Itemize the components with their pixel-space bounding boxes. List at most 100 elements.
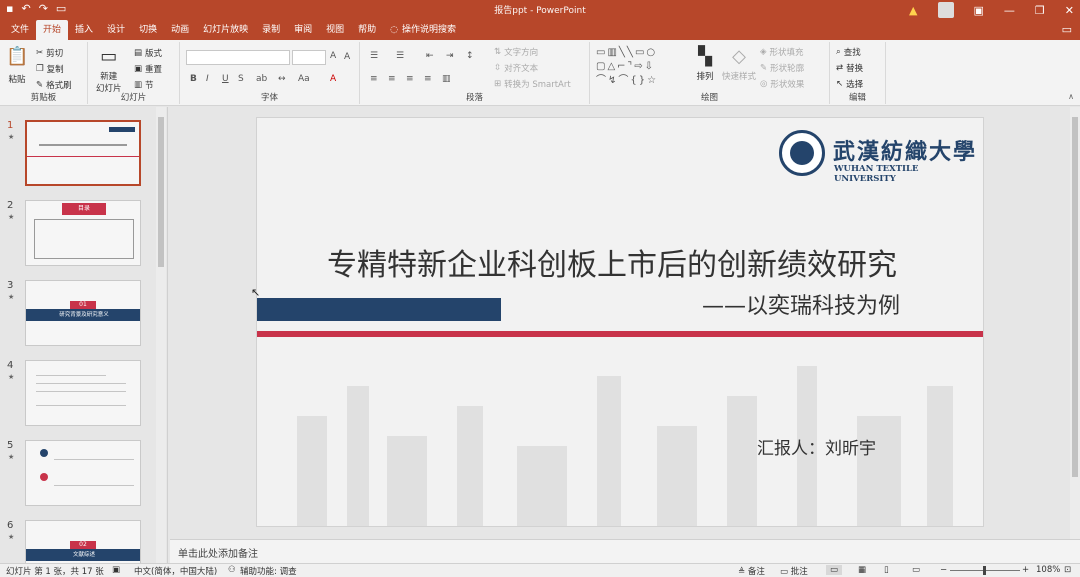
find-button[interactable]: ⌕ 查找	[836, 46, 861, 58]
notes-toggle[interactable]: ≜ 备注	[738, 565, 765, 577]
format-painter-button[interactable]: ✎ 格式刷	[36, 79, 72, 91]
close-icon[interactable]: ✕	[1065, 4, 1074, 17]
reading-view-icon[interactable]: ▯	[884, 565, 889, 575]
slideshow-view-icon[interactable]: ▭	[912, 565, 920, 575]
decrease-indent-icon[interactable]: ⇤	[426, 51, 434, 61]
paste-button[interactable]: 📋 粘贴	[6, 46, 28, 85]
thumbnail-row[interactable]: 4 ★	[0, 360, 155, 430]
align-left-icon[interactable]: ≡	[370, 74, 378, 84]
language-status[interactable]: 中文(简体，中国大陆)	[134, 565, 217, 577]
bold-button[interactable]: B	[190, 74, 197, 84]
new-slide-button[interactable]: ▭ 新建 幻灯片	[96, 46, 122, 94]
tab-insert[interactable]: 插入	[68, 20, 100, 40]
reset-button[interactable]: ▣ 重置	[134, 63, 162, 75]
section-button[interactable]: ▥ 节	[134, 79, 154, 91]
layout-button[interactable]: ▤ 版式	[134, 47, 162, 59]
slide-sorter-icon[interactable]: ▦	[858, 565, 866, 575]
bullets-icon[interactable]: ☰	[370, 51, 378, 61]
current-slide[interactable]: 武漢紡織大學 WUHAN TEXTILE UNIVERSITY 专精特新企业科创…	[256, 117, 984, 527]
numbering-icon[interactable]: ☰	[396, 51, 404, 61]
accessibility-status[interactable]: 辅助功能: 调查	[240, 565, 297, 577]
slide-subtitle[interactable]: ——以奕瑞科技为例	[702, 288, 900, 320]
italic-button[interactable]: I	[206, 74, 209, 84]
brush-icon: ✎	[36, 80, 44, 90]
avatar[interactable]	[937, 2, 954, 18]
slide-thumbnail-5[interactable]	[25, 440, 141, 506]
thumb-caption: 01	[70, 301, 96, 309]
slide-title[interactable]: 专精特新企业科创板上市后的创新绩效研究	[327, 240, 977, 284]
increase-indent-icon[interactable]: ⇥	[446, 51, 454, 61]
shrink-font-icon[interactable]: A	[344, 52, 350, 62]
font-size-combo[interactable]	[292, 50, 326, 65]
spellcheck-icon[interactable]: ▣	[112, 565, 120, 575]
char-spacing-icon[interactable]: ↔	[278, 74, 286, 84]
align-center-icon[interactable]: ≡	[388, 74, 396, 84]
quick-styles-button[interactable]: ◇ 快速样式	[722, 46, 756, 82]
warning-icon[interactable]: ▲	[909, 4, 917, 17]
copy-button[interactable]: ❐ 复制	[36, 63, 64, 75]
smartart-button[interactable]: ⊞ 转换为 SmartArt	[494, 78, 571, 90]
tab-transitions[interactable]: 切换	[132, 20, 164, 40]
slide-thumbnail-6[interactable]: 02 文献综述	[25, 520, 141, 563]
zoom-level[interactable]: 108%	[1036, 565, 1060, 575]
shape-outline-button[interactable]: ✎ 形状轮廓	[760, 62, 804, 74]
slide-thumbnail-2[interactable]: 目录	[25, 200, 141, 266]
align-right-icon[interactable]: ≡	[406, 74, 414, 84]
tab-file[interactable]: 文件	[4, 20, 36, 40]
zoom-slider-thumb[interactable]	[983, 566, 986, 575]
slide-thumbnail-1[interactable]	[25, 120, 141, 186]
shape-fill-button[interactable]: ◈ 形状填充	[760, 46, 804, 58]
tab-help[interactable]: 帮助	[351, 20, 383, 40]
tab-view[interactable]: 视图	[319, 20, 351, 40]
thumbnails-scrollbar[interactable]	[156, 107, 166, 563]
comments-toggle[interactable]: ▭ 批注	[780, 565, 808, 577]
shapes-gallery[interactable]: ▭▥╲╲▭○ ▢△⌐⌝⇨⇩ ⌒↯⌒{}☆	[596, 46, 686, 88]
tab-design[interactable]: 设计	[100, 20, 132, 40]
restore-icon[interactable]: ❐	[1035, 4, 1045, 17]
zoom-in-icon[interactable]: +	[1022, 565, 1029, 575]
replace-button[interactable]: ⇄ 替换	[836, 62, 863, 74]
tab-animations[interactable]: 动画	[164, 20, 196, 40]
normal-view-icon[interactable]: ▭	[826, 565, 843, 575]
thumbnail-row[interactable]: 5 ★	[0, 440, 155, 510]
tab-slideshow[interactable]: 幻灯片放映	[196, 20, 255, 40]
cut-button[interactable]: ✂ 剪切	[36, 47, 63, 59]
slide-thumbnail-4[interactable]	[25, 360, 141, 426]
text-direction-button[interactable]: ⇅ 文字方向	[494, 46, 538, 58]
reporter-name[interactable]: 汇报人：刘昕宇	[757, 434, 876, 459]
minimize-icon[interactable]: —	[1004, 4, 1015, 17]
scroll-thumb[interactable]	[158, 117, 164, 267]
slide-thumbnail-3[interactable]: 01 研究背景及研究意义	[25, 280, 141, 346]
justify-icon[interactable]: ≡	[424, 74, 432, 84]
thumbnail-row[interactable]: 1 ★	[0, 120, 155, 190]
tab-record[interactable]: 录制	[255, 20, 287, 40]
thumbnail-row[interactable]: 6 ★ 02 文献综述	[0, 520, 155, 563]
strikethrough-button[interactable]: ab	[256, 74, 267, 84]
thumbnail-row[interactable]: 2 ★ 目录	[0, 200, 155, 270]
arrange-button[interactable]: ▚ 排列	[694, 46, 716, 82]
tab-review[interactable]: 审阅	[287, 20, 319, 40]
scroll-thumb[interactable]	[1072, 117, 1078, 477]
grow-font-icon[interactable]: A	[330, 51, 336, 61]
change-case-icon[interactable]: Aa	[298, 74, 310, 84]
shape-effects-button[interactable]: ◎ 形状效果	[760, 78, 804, 90]
thumbnail-row[interactable]: 3 ★ 01 研究背景及研究意义	[0, 280, 155, 350]
line-spacing-icon[interactable]: ↕	[466, 51, 474, 61]
zoom-out-icon[interactable]: −	[940, 565, 947, 575]
slide-scrollbar[interactable]	[1070, 107, 1080, 539]
collapse-ribbon-icon[interactable]: ∧	[1068, 92, 1074, 101]
font-color-icon[interactable]: A	[330, 74, 336, 84]
tell-me-search[interactable]: ◌ 操作说明搜索	[383, 20, 463, 40]
fit-slide-icon[interactable]: ⊡	[1064, 565, 1071, 575]
tab-home[interactable]: 开始	[36, 20, 69, 40]
ribbon-display-icon[interactable]: ▣	[974, 4, 984, 17]
shadow-button[interactable]: S	[238, 74, 244, 84]
columns-icon[interactable]: ▥	[442, 74, 451, 84]
notes-pane[interactable]: 单击此处添加备注	[170, 539, 1080, 563]
select-button[interactable]: ↖ 选择	[836, 78, 863, 90]
comments-icon[interactable]: ▭	[1062, 23, 1072, 36]
align-text-button[interactable]: ⇳ 对齐文本	[494, 62, 538, 74]
font-name-combo[interactable]	[186, 50, 290, 65]
slide-counter: 幻灯片 第 1 张，共 17 张	[6, 567, 104, 577]
underline-button[interactable]: U	[222, 74, 229, 84]
